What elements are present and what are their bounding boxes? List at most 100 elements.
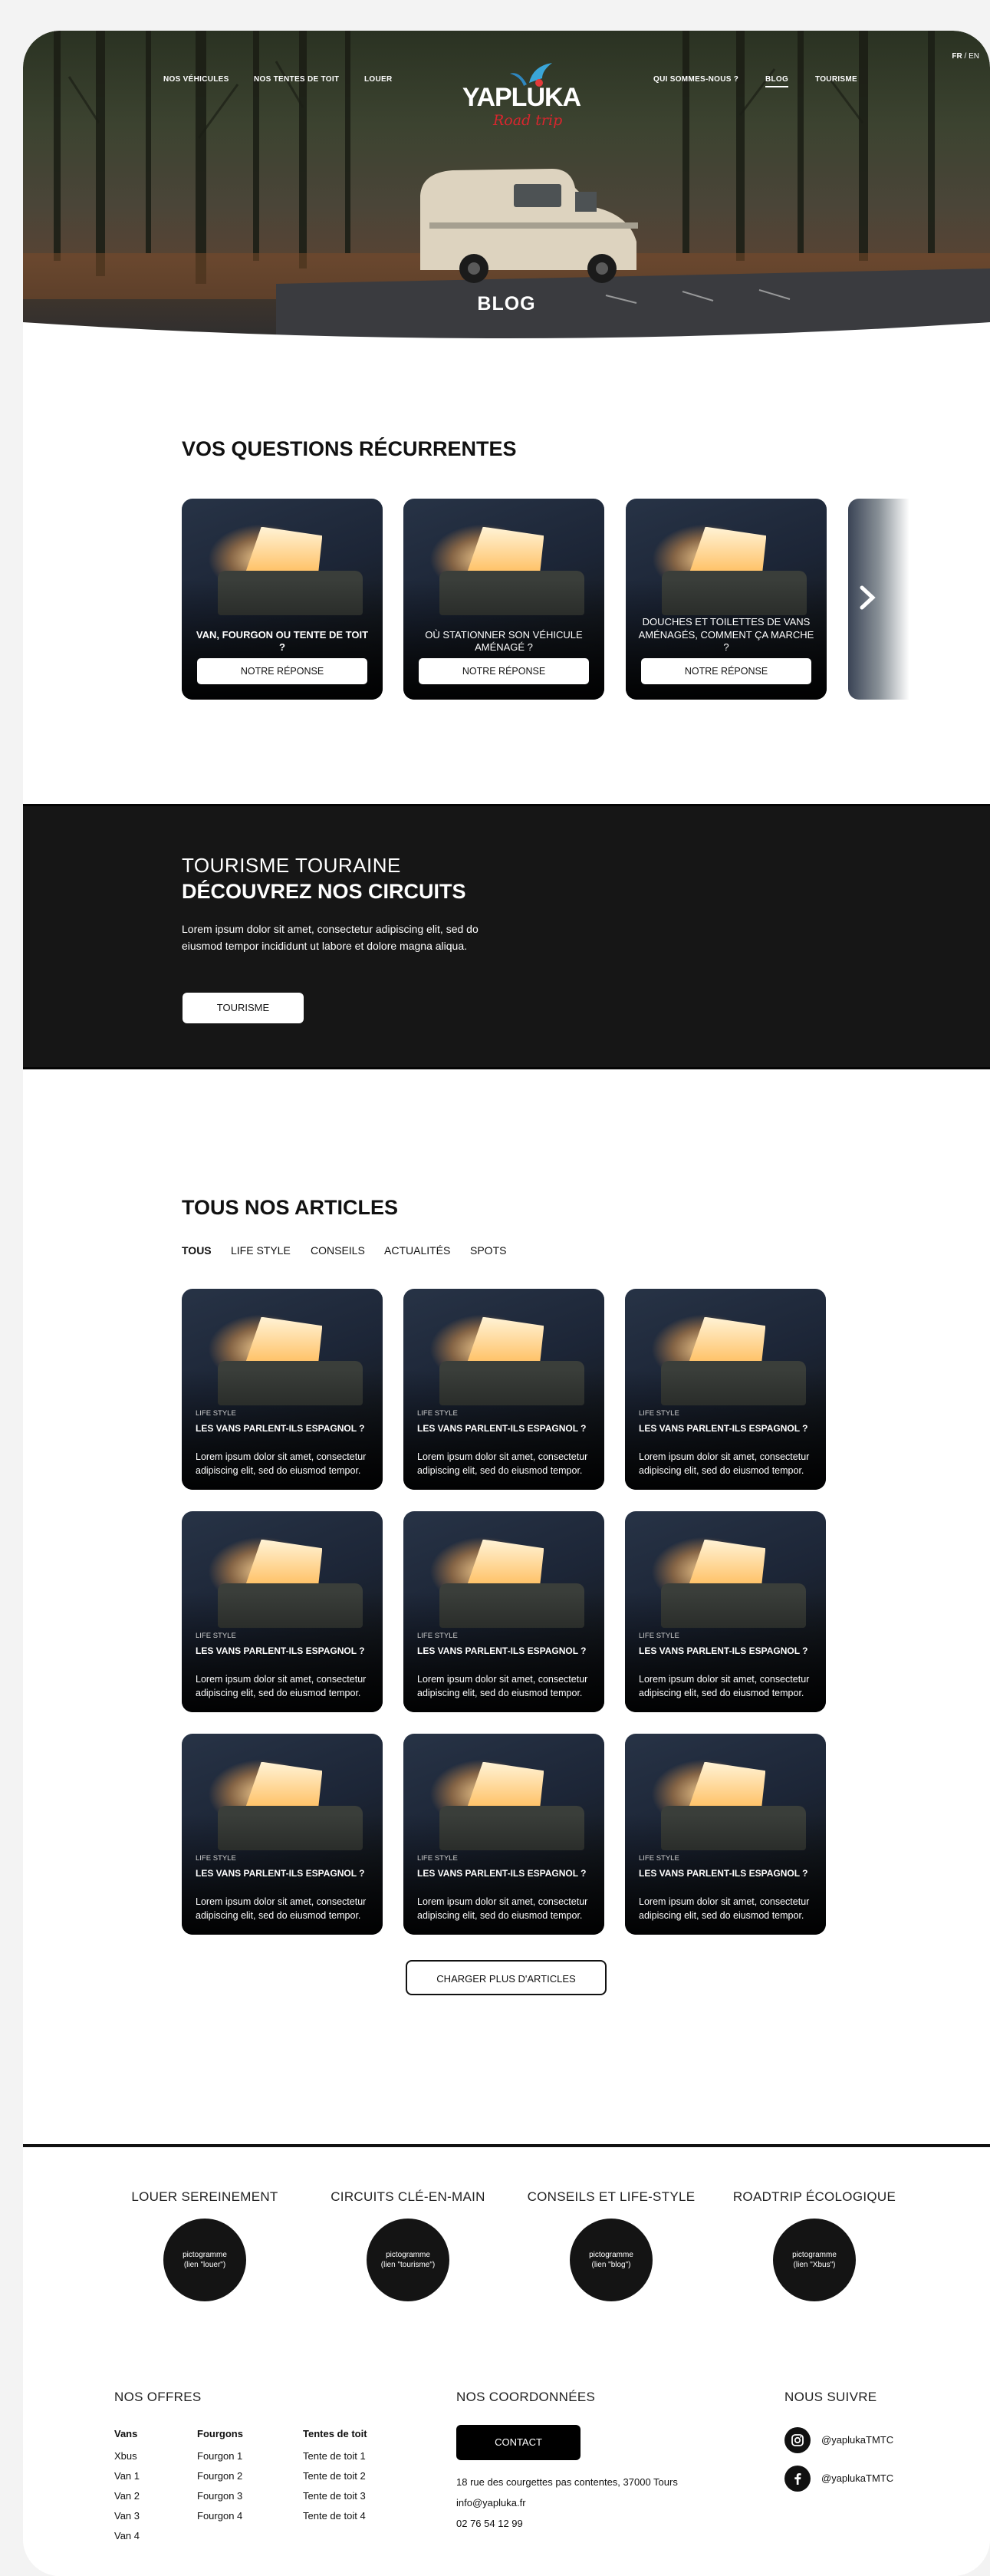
footer-col-heading: Tentes de toit — [303, 2428, 367, 2439]
footer-link[interactable]: Tente de toit 1 — [303, 2450, 367, 2462]
article-title: LES VANS PARLENT-ILS ESPAGNOL ? — [639, 1645, 808, 1656]
footer-email[interactable]: info@yapluka.fr — [456, 2497, 526, 2508]
article-category: LIFE STYLE — [196, 1854, 236, 1863]
article-category: LIFE STYLE — [417, 1854, 458, 1863]
nav-qui-sommes-nous[interactable]: QUI SOMMES-NOUS ? — [653, 75, 738, 84]
footer-phone[interactable]: 02 76 54 12 99 — [456, 2518, 523, 2529]
article-excerpt: Lorem ipsum dolor sit amet, consectetur … — [639, 1451, 810, 1476]
faq-answer-button[interactable]: NOTRE RÉPONSE — [419, 658, 589, 684]
contact-button[interactable]: CONTACT — [456, 2425, 581, 2460]
tourism-banner: TOURISME TOURAINE DÉCOUVREZ NOS CIRCUITS… — [23, 804, 990, 1069]
lang-fr[interactable]: FR — [952, 52, 962, 61]
service-roadtrip[interactable]: ROADTRIP ÉCOLOGIQUE pictogramme (lien "Xb… — [715, 2189, 914, 2301]
article-excerpt: Lorem ipsum dolor sit amet, consectetur … — [417, 1451, 588, 1476]
footer-contact-title: NOS COORDONNÉES — [456, 2390, 596, 2404]
faq-card: DOUCHES ET TOILETTES DE VANS AMÉNAGÉS, C… — [626, 499, 827, 700]
tourism-button[interactable]: TOURISME — [183, 993, 304, 1023]
article-card[interactable]: LIFE STYLE LES VANS PARLENT-ILS ESPAGNOL … — [182, 1289, 383, 1490]
footer-link[interactable]: Tente de toit 3 — [303, 2490, 367, 2502]
language-switcher: FR / EN — [952, 52, 979, 61]
pictogram-icon[interactable]: pictogramme (lien "louer") — [163, 2219, 246, 2301]
filter-tous[interactable]: TOUS — [182, 1244, 212, 1257]
footer-col-tentes: Tentes de toit Tente de toit 1 Tente de … — [303, 2428, 367, 2530]
pictogram-icon[interactable]: pictogramme (lien "tourisme") — [367, 2219, 449, 2301]
service-label: ROADTRIP ÉCOLOGIQUE — [732, 2189, 896, 2204]
services-strip: LOUER SEREINEMENT pictogramme (lien "loue… — [23, 2144, 990, 2353]
article-excerpt: Lorem ipsum dolor sit amet, consectetur … — [417, 1674, 588, 1698]
article-card[interactable]: LIFE STYLE LES VANS PARLENT-ILS ESPAGNOL … — [625, 1734, 826, 1935]
footer-link[interactable]: Fourgon 1 — [197, 2450, 243, 2462]
lang-separator: / — [964, 52, 967, 61]
article-category: LIFE STYLE — [417, 1409, 458, 1418]
pictogram-icon[interactable]: pictogramme (lien "Xbus") — [773, 2219, 856, 2301]
article-card[interactable]: LIFE STYLE LES VANS PARLENT-ILS ESPAGNOL … — [625, 1511, 826, 1712]
faq-answer-button[interactable]: NOTRE RÉPONSE — [197, 658, 367, 684]
article-card[interactable]: LIFE STYLE LES VANS PARLENT-ILS ESPAGNOL … — [182, 1511, 383, 1712]
article-card[interactable]: LIFE STYLE LES VANS PARLENT-ILS ESPAGNOL … — [625, 1289, 826, 1490]
service-label: LOUER SEREINEMENT — [131, 2189, 278, 2204]
footer-link[interactable]: Van 3 — [114, 2510, 140, 2522]
lang-en[interactable]: EN — [969, 52, 979, 61]
nav-tentes-de-toit[interactable]: NOS TENTES DE TOIT — [254, 75, 339, 84]
footer: NOS OFFRES Vans Xbus Van 1 Van 2 Van 3 V… — [23, 2350, 990, 2576]
faq-card: VAN, FOURGON OU TENTE DE TOIT ? NOTRE RÉ… — [182, 499, 383, 700]
filter-spots[interactable]: SPOTS — [470, 1244, 506, 1257]
footer-link[interactable]: Tente de toit 4 — [303, 2510, 367, 2522]
faq-carousel-next[interactable] — [848, 499, 909, 700]
footer-link[interactable]: Van 1 — [114, 2470, 140, 2482]
chevron-right-icon[interactable] — [859, 585, 877, 611]
footer-col-vans: Vans Xbus Van 1 Van 2 Van 3 Van 4 — [114, 2428, 140, 2550]
filter-actualites[interactable]: ACTUALITÉS — [384, 1244, 450, 1257]
footer-offers-title: NOS OFFRES — [114, 2390, 202, 2404]
article-excerpt: Lorem ipsum dolor sit amet, consectetur … — [196, 1674, 367, 1698]
footer-link[interactable]: Fourgon 3 — [197, 2490, 243, 2502]
hero-header: NOS VÉHICULES NOS TENTES DE TOIT LOUER Q… — [23, 31, 990, 345]
article-category: LIFE STYLE — [196, 1409, 236, 1418]
article-category: LIFE STYLE — [639, 1854, 679, 1863]
article-category: LIFE STYLE — [639, 1409, 679, 1418]
filter-conseils[interactable]: CONSEILS — [311, 1244, 365, 1257]
service-circuits[interactable]: CIRCUITS CLÉ-EN-MAIN pictogramme (lien "t… — [308, 2189, 508, 2301]
footer-link[interactable]: Xbus — [114, 2450, 140, 2462]
logo[interactable]: YAPLUKA Road trip — [456, 60, 587, 144]
social-handle: @yaplukaTMTC — [821, 2472, 894, 2484]
service-label: CONSEILS ET LIFE-STYLE — [527, 2189, 696, 2204]
service-label: CIRCUITS CLÉ-EN-MAIN — [331, 2189, 485, 2204]
footer-link[interactable]: Fourgon 4 — [197, 2510, 243, 2522]
facebook-icon[interactable] — [784, 2466, 811, 2492]
article-card[interactable]: LIFE STYLE LES VANS PARLENT-ILS ESPAGNOL … — [403, 1734, 604, 1935]
article-excerpt: Lorem ipsum dolor sit amet, consectetur … — [639, 1896, 810, 1921]
load-more-button[interactable]: CHARGER PLUS D'ARTICLES — [406, 1960, 607, 1995]
article-title: LES VANS PARLENT-ILS ESPAGNOL ? — [417, 1868, 587, 1879]
tourism-title: DÉCOUVREZ NOS CIRCUITS — [182, 880, 466, 903]
footer-link[interactable]: Van 4 — [114, 2530, 140, 2541]
footer-link[interactable]: Tente de toit 2 — [303, 2470, 367, 2482]
pictogram-icon[interactable]: pictogramme (lien "blog") — [570, 2219, 653, 2301]
nav-vehicules[interactable]: NOS VÉHICULES — [163, 75, 229, 84]
instagram-icon[interactable] — [784, 2427, 811, 2453]
social-handle: @yaplukaTMTC — [821, 2434, 894, 2446]
service-louer[interactable]: LOUER SEREINEMENT pictogramme (lien "loue… — [105, 2189, 304, 2301]
nav-tourisme[interactable]: TOURISME — [815, 75, 857, 84]
article-title: LES VANS PARLENT-ILS ESPAGNOL ? — [196, 1423, 365, 1434]
van-illustration — [420, 169, 638, 283]
faq-card: OÙ STATIONNER SON VÉHICULE AMÉNAGÉ ? NOT… — [403, 499, 604, 700]
footer-link[interactable]: Fourgon 2 — [197, 2470, 243, 2482]
nav-louer[interactable]: LOUER — [364, 75, 393, 84]
service-conseils[interactable]: CONSEILS ET LIFE-STYLE pictogramme (lien … — [511, 2189, 711, 2301]
filter-life-style[interactable]: LIFE STYLE — [231, 1244, 291, 1257]
article-excerpt: Lorem ipsum dolor sit amet, consectetur … — [196, 1896, 367, 1921]
nav-blog[interactable]: BLOG — [765, 75, 789, 87]
article-title: LES VANS PARLENT-ILS ESPAGNOL ? — [417, 1423, 587, 1434]
article-title: LES VANS PARLENT-ILS ESPAGNOL ? — [417, 1645, 587, 1656]
article-excerpt: Lorem ipsum dolor sit amet, consectetur … — [639, 1674, 810, 1698]
article-title: LES VANS PARLENT-ILS ESPAGNOL ? — [196, 1868, 365, 1879]
footer-col-fourgons: Fourgons Fourgon 1 Fourgon 2 Fourgon 3 F… — [197, 2428, 243, 2530]
article-card[interactable]: LIFE STYLE LES VANS PARLENT-ILS ESPAGNOL … — [403, 1289, 604, 1490]
articles-section-title: TOUS NOS ARTICLES — [182, 1196, 399, 1219]
footer-link[interactable]: Van 2 — [114, 2490, 140, 2502]
article-card[interactable]: LIFE STYLE LES VANS PARLENT-ILS ESPAGNOL … — [403, 1511, 604, 1712]
article-card[interactable]: LIFE STYLE LES VANS PARLENT-ILS ESPAGNOL … — [182, 1734, 383, 1935]
faq-answer-button[interactable]: NOTRE RÉPONSE — [641, 658, 811, 684]
article-category: LIFE STYLE — [417, 1632, 458, 1640]
